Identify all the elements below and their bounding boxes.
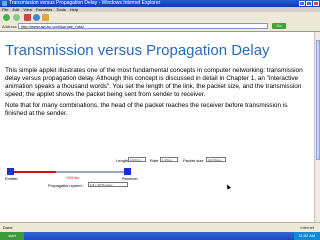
home-icon[interactable] — [42, 14, 49, 21]
receiver-node — [124, 168, 131, 175]
back-icon[interactable] — [3, 14, 10, 21]
propagation-label: Propagation speed : — [48, 183, 84, 188]
go-button[interactable]: Go — [272, 23, 286, 29]
receiver-label: Receiver — [122, 176, 138, 181]
page-title: Transmission versus Propagation Delay — [5, 42, 270, 59]
length-label: Length — [116, 158, 129, 163]
distance-label: 1000 km — [66, 176, 80, 180]
stop-icon[interactable] — [24, 14, 31, 21]
note-paragraph: Note that for many combinations, the hea… — [5, 102, 288, 117]
link-wire-idle — [56, 171, 124, 173]
refresh-icon[interactable] — [33, 14, 40, 21]
intro-paragraph: This simple applet illustrates one of th… — [5, 67, 303, 98]
maximize-button[interactable] — [306, 1, 312, 6]
packet-size-label: Packet size — [183, 158, 204, 163]
emitter-node — [7, 168, 14, 175]
address-label: Address — [2, 24, 17, 29]
browser-window: Transmission versus Propagation Delay - … — [0, 0, 320, 233]
vertical-scrollbar[interactable] — [314, 32, 320, 222]
ie-icon — [2, 1, 7, 6]
forward-icon[interactable] — [13, 14, 20, 21]
packet-size-select[interactable]: 100 Bytes — [206, 157, 226, 162]
length-select[interactable]: 1000 km — [128, 157, 146, 162]
window-title: Transmission versus Propagation Delay - … — [9, 0, 161, 6]
rate-select[interactable]: 1 Mbps — [160, 157, 178, 162]
page-content: Transmission versus Propagation Delay Th… — [0, 32, 314, 222]
scrollbar-thumb[interactable] — [316, 40, 320, 160]
rate-label: Rate — [150, 158, 159, 163]
address-bar: Address http://www.aw-bc.com/kurose_ross… — [0, 22, 320, 32]
delay-applet: Length 1000 km Rate 1 Mbps Packet size 1… — [0, 151, 314, 199]
emitter-label: Emitter — [5, 176, 18, 181]
link-wire — [14, 171, 56, 173]
propagation-value: 2.8 x 10^8 m/sec — [88, 182, 128, 187]
start-button[interactable]: start — [0, 232, 24, 240]
close-button[interactable] — [313, 1, 319, 6]
minimize-button[interactable] — [299, 1, 305, 6]
title-bar: Transmission versus Propagation Delay - … — [0, 0, 320, 7]
address-input[interactable]: http://www.aw-bc.com/kurose_ross/ — [18, 23, 268, 29]
system-clock: 11:52 AM — [294, 232, 320, 240]
taskbar: start 11:52 AM — [0, 232, 320, 240]
